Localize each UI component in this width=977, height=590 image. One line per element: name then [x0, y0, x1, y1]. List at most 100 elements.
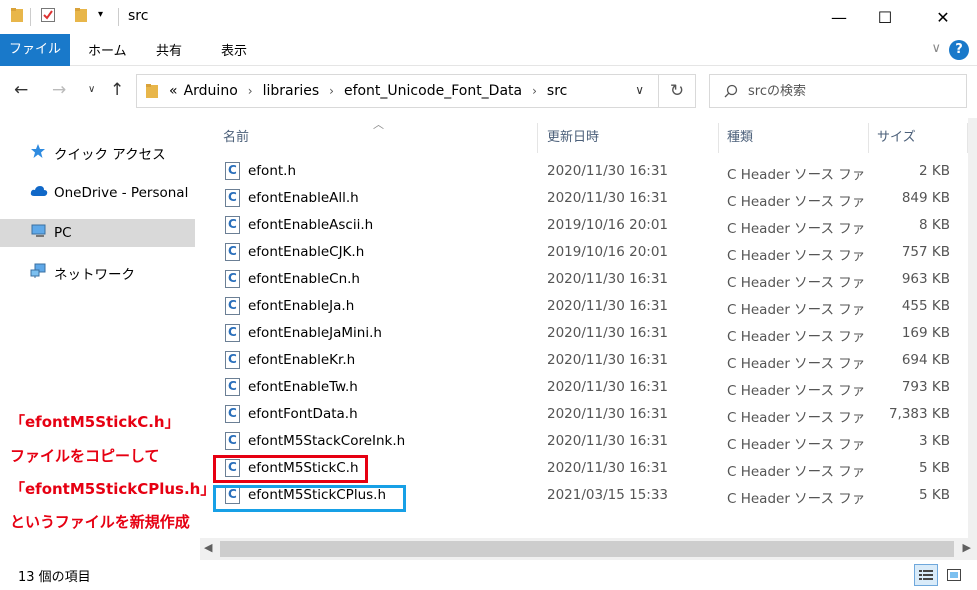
breadcrumb-arduino[interactable]: Arduino [184, 83, 238, 99]
folder-icon [146, 84, 158, 98]
vertical-scrollbar[interactable] [968, 118, 977, 538]
refresh-icon: ↻ [669, 81, 685, 101]
breadcrumb-overflow[interactable]: « [169, 83, 178, 99]
new-folder-icon[interactable] [74, 7, 88, 23]
ribbon-expand-chevron-icon[interactable]: ∨ [931, 41, 941, 56]
large-icons-view-icon [947, 569, 961, 581]
status-bar: 13 個の項目 [0, 562, 977, 590]
file-type: C Header ソース ファ [727, 356, 866, 372]
column-separator[interactable] [718, 123, 719, 153]
highlight-box-blue [213, 485, 406, 512]
tab-file[interactable]: ファイル [0, 34, 70, 66]
ribbon: ファイル ホーム 共有 表示 ∨ ? [0, 34, 977, 66]
file-type: C Header ソース ファ [727, 275, 866, 291]
nav-item-onedrive[interactable]: OneDrive - Personal [0, 179, 195, 207]
help-button[interactable]: ? [949, 40, 969, 60]
file-size: 7,383 KB [888, 406, 950, 422]
window-title: src [128, 8, 149, 24]
breadcrumb-src[interactable]: src [547, 83, 567, 99]
breadcrumb-efont[interactable]: efont_Unicode_Font_Data [344, 83, 522, 99]
refresh-button[interactable]: ↻ [659, 74, 696, 108]
large-icons-view-button[interactable] [942, 564, 966, 586]
up-arrow-icon[interactable]: ↑ [110, 80, 124, 100]
minimize-button[interactable]: — [816, 0, 862, 34]
recent-locations-chevron-icon[interactable]: ∨ [88, 84, 95, 95]
maximize-button[interactable]: ☐ [862, 0, 908, 34]
highlight-box-red [213, 455, 368, 483]
toolbar-separator [30, 8, 31, 26]
c-header-file-icon [225, 243, 240, 261]
table-row[interactable]: efontEnableCn.h 2020/11/30 16:31 C Header … [215, 266, 965, 293]
forward-arrow-icon[interactable]: → [52, 80, 66, 100]
back-arrow-icon[interactable]: ← [14, 80, 28, 100]
details-view-icon [919, 570, 933, 580]
table-row[interactable]: efont.h 2020/11/30 16:31 C Header ソース ファ 2 … [215, 158, 965, 185]
file-type: C Header ソース ファ [727, 167, 866, 183]
file-size: 3 KB [919, 433, 950, 449]
properties-check-icon[interactable] [40, 7, 56, 23]
details-view-button[interactable] [914, 564, 938, 586]
column-header-date[interactable]: 更新日時 [541, 123, 599, 153]
file-name: efontEnableCn.h [248, 271, 360, 287]
c-header-file-icon [225, 189, 240, 207]
tab-share[interactable]: 共有 [146, 38, 192, 66]
file-name: efont.h [248, 163, 297, 179]
table-row[interactable]: efontFontData.h 2020/11/30 16:31 C Header … [215, 401, 965, 428]
table-row[interactable]: efontEnableAll.h 2020/11/30 16:31 C Header… [215, 185, 965, 212]
table-row[interactable]: efontEnableJa.h 2020/11/30 16:31 C Header … [215, 293, 965, 320]
nav-item-network[interactable]: ネットワーク [0, 259, 195, 287]
address-dropdown-chevron-icon[interactable]: ∨ [635, 83, 644, 97]
table-row[interactable]: efontEnableJaMini.h 2020/11/30 16:31 C Hea… [215, 320, 965, 347]
horizontal-scrollbar[interactable]: ◀ ▶ [200, 538, 977, 560]
nav-item-quick-access[interactable]: クイック アクセス [0, 139, 195, 167]
breadcrumb-libraries[interactable]: libraries [263, 83, 320, 99]
table-row[interactable]: efontEnableKr.h 2020/11/30 16:31 C Header … [215, 347, 965, 374]
column-header-type[interactable]: 種類 [721, 123, 753, 153]
column-header-name[interactable]: 名前 [217, 123, 249, 153]
file-date: 2020/11/30 16:31 [547, 298, 669, 314]
c-header-file-icon [225, 432, 240, 450]
file-size: 455 KB [901, 298, 950, 314]
search-input[interactable] [748, 83, 948, 99]
table-row[interactable]: efontM5StackCoreInk.h 2020/11/30 16:31 C H… [215, 428, 965, 455]
nav-item-label: ネットワーク [54, 267, 135, 283]
nav-item-pc[interactable]: PC [0, 219, 195, 247]
c-header-file-icon [225, 351, 240, 369]
file-size: 849 KB [901, 190, 950, 206]
column-header-size[interactable]: サイズ [871, 123, 916, 153]
c-header-file-icon [225, 324, 240, 342]
file-name: efontEnableCJK.h [248, 244, 365, 260]
table-row[interactable]: efontEnableTw.h 2020/11/30 16:31 C Header … [215, 374, 965, 401]
file-type: C Header ソース ファ [727, 410, 866, 426]
tab-home[interactable]: ホーム [78, 38, 137, 66]
tab-view[interactable]: 表示 [211, 38, 257, 66]
customize-toolbar-icon[interactable]: ▾ [98, 9, 103, 20]
scroll-right-arrow-icon[interactable]: ▶ [963, 541, 971, 554]
file-type: C Header ソース ファ [727, 329, 866, 345]
file-size: 169 KB [901, 325, 950, 341]
file-type: C Header ソース ファ [727, 383, 866, 399]
address-bar[interactable]: « Arduino › libraries › efont_Unicode_Fo… [136, 74, 659, 108]
close-button[interactable]: ✕ [920, 0, 966, 34]
breadcrumb-separator-icon[interactable]: › [329, 84, 334, 98]
table-row[interactable]: efontEnableAscii.h 2019/10/16 20:01 C Head… [215, 212, 965, 239]
breadcrumb-separator-icon[interactable]: › [532, 84, 537, 98]
file-type: C Header ソース ファ [727, 221, 866, 237]
breadcrumb-separator-icon[interactable]: › [248, 84, 253, 98]
c-header-file-icon [225, 270, 240, 288]
file-size: 5 KB [919, 460, 950, 476]
search-icon [724, 84, 738, 98]
annotation-line-1: 「efontM5StickC.h」 [10, 413, 180, 431]
quick-access-folder-icon[interactable] [10, 7, 24, 23]
file-size: 694 KB [901, 352, 950, 368]
network-icon [30, 263, 50, 283]
horizontal-scroll-thumb[interactable] [220, 541, 954, 557]
scroll-left-arrow-icon[interactable]: ◀ [204, 541, 212, 554]
file-size: 757 KB [901, 244, 950, 260]
file-name: efontEnableTw.h [248, 379, 358, 395]
column-separator[interactable] [537, 123, 538, 153]
table-row[interactable]: efontEnableCJK.h 2019/10/16 20:01 C Header… [215, 239, 965, 266]
file-type: C Header ソース ファ [727, 194, 866, 210]
column-separator[interactable] [868, 123, 869, 153]
search-box[interactable] [709, 74, 967, 108]
